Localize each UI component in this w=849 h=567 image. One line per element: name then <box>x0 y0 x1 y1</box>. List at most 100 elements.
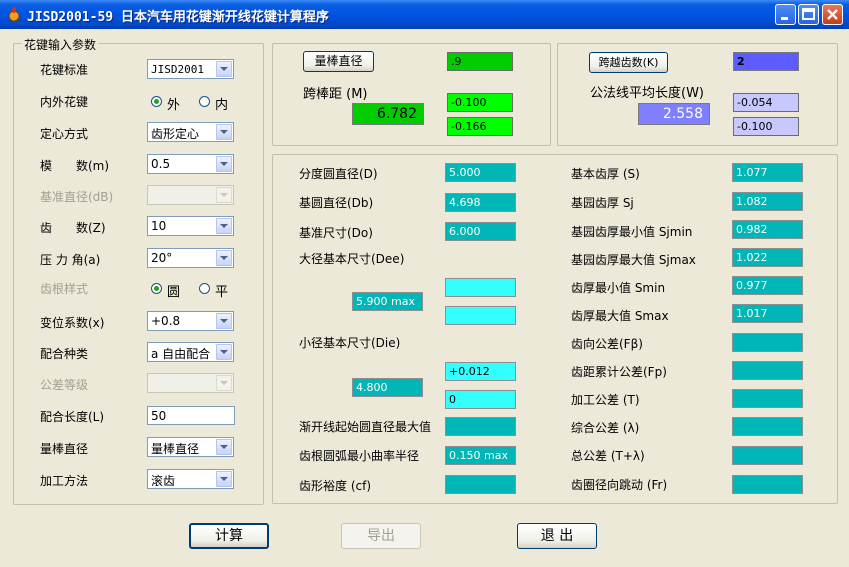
reference-size-label: 基准尺寸(Do) <box>299 226 373 240</box>
pin-diameter-mode-select[interactable]: 量棒直径 <box>147 437 234 457</box>
form-clearance-value <box>445 475 516 494</box>
chevron-down-icon <box>216 375 232 391</box>
fit-type-label: 配合种类 <box>40 347 89 361</box>
chevron-down-icon <box>216 439 232 455</box>
chevron-down-icon <box>216 187 232 203</box>
teeth-count-select[interactable]: 10 <box>147 216 234 236</box>
radio-internal[interactable]: 内 <box>199 94 239 113</box>
composite-tolerance-label: 综合公差 (λ) <box>571 421 640 435</box>
fit-length-label: 配合长度(L) <box>40 410 105 424</box>
chevron-down-icon <box>216 313 232 329</box>
form-circle-value <box>445 417 516 436</box>
machining-tolerance-value <box>732 389 803 408</box>
maximize-icon <box>802 8 815 20</box>
minimize-icon <box>781 17 788 20</box>
thickness-max-value: 1.017 <box>732 304 803 323</box>
app-logo-icon <box>8 7 20 22</box>
root-radius-label: 齿根圆弧最小曲率半径 <box>299 449 420 463</box>
radio-dot-icon <box>199 283 210 294</box>
major-diameter-value: 5.900 max <box>352 292 423 311</box>
base-diameter-label: 基圆直径(Db) <box>299 196 374 210</box>
chevron-down-icon <box>216 250 232 266</box>
calculate-button[interactable]: 计算 <box>189 523 269 549</box>
total-tolerance-label: 总公差 (T+λ) <box>571 449 645 463</box>
base-thickness-value: 1.082 <box>732 192 803 211</box>
composite-tolerance-value <box>732 417 803 436</box>
basic-thickness-label: 基本齿厚 (S) <box>571 167 640 181</box>
export-button[interactable]: 导出 <box>341 523 421 549</box>
window-title: JISD2001-59 日本汽车用花键渐开线花键计算程序 <box>27 10 329 25</box>
pressure-angle-select[interactable]: 20° <box>147 248 234 268</box>
pressure-angle-label: 压 力 角(a) <box>40 253 101 267</box>
fit-length-input[interactable]: 50 <box>147 406 235 425</box>
span-upper-dev: -0.054 <box>733 93 799 112</box>
root-style-label: 齿根样式 <box>40 282 89 296</box>
major-diameter-lower <box>445 306 516 325</box>
tolerance-grade-select[interactable] <box>147 373 234 393</box>
chevron-down-icon <box>216 218 232 234</box>
close-button[interactable] <box>822 4 843 25</box>
span-length-value: 2.558 <box>638 103 710 125</box>
profile-shift-label: 变位系数(x) <box>40 316 105 330</box>
radio-dot-icon <box>199 96 210 107</box>
base-thickness-max-label: 基园齿厚最大值 Sjmax <box>571 253 696 267</box>
radio-dot-icon <box>151 283 162 294</box>
chevron-down-icon <box>216 124 232 140</box>
close-icon <box>827 9 838 20</box>
minimize-button[interactable] <box>775 4 796 25</box>
spline-standard-label: 花键标准 <box>40 63 89 77</box>
total-tolerance-value <box>732 446 803 465</box>
span-length-label: 公法线平均长度(W) <box>590 86 704 101</box>
machining-method-label: 加工方法 <box>40 474 89 488</box>
chevron-down-icon <box>216 471 232 487</box>
radio-root-round[interactable]: 圆 <box>151 281 191 300</box>
teeth-count-label: 齿 数(Z) <box>40 221 106 235</box>
centering-method-select[interactable]: 齿形定心 <box>147 122 234 142</box>
base-thickness-min-label: 基园齿厚最小值 Sjmin <box>571 225 693 239</box>
form-circle-label: 渐开线起始圆直径最大值 <box>299 420 432 434</box>
spline-type-label: 内外花键 <box>40 95 89 109</box>
over-pins-label: 跨棒距 (M) <box>303 87 368 102</box>
fit-type-select[interactable]: a 自由配合 <box>147 342 234 362</box>
minor-diameter-upper: +0.012 <box>445 362 516 381</box>
radio-root-flat[interactable]: 平 <box>199 281 239 300</box>
chevron-down-icon <box>216 156 232 172</box>
reference-size-value: 6.000 <box>445 222 516 241</box>
input-params-legend: 花键输入参数 <box>22 36 99 53</box>
base-thickness-min-value: 0.982 <box>732 220 803 239</box>
minor-diameter-lower: 0 <box>445 390 516 409</box>
runout-label: 齿圈径向跳动 (Fr) <box>571 478 668 492</box>
pin-diameter-button[interactable]: 量棒直径 <box>303 51 374 72</box>
spline-standard-select[interactable]: JISD2001 <box>147 59 234 79</box>
module-select[interactable]: 0.5 <box>147 154 234 174</box>
span-teeth-button[interactable]: 跨越齿数(K) <box>589 52 668 73</box>
thickness-min-value: 0.977 <box>732 276 803 295</box>
major-diameter-label: 大径基本尺寸(Dee) <box>299 252 405 266</box>
profile-shift-select[interactable]: +0.8 <box>147 311 234 331</box>
reference-diameter-select[interactable] <box>147 185 234 205</box>
pitch-cumulative-value <box>732 361 803 380</box>
pitch-diameter-label: 分度圆直径(D) <box>299 167 378 181</box>
span-lower-dev: -0.100 <box>733 117 799 136</box>
pin-diameter-value: .9 <box>447 52 513 71</box>
tolerance-grade-label: 公差等级 <box>40 378 89 392</box>
thickness-min-label: 齿厚最小值 Smin <box>571 281 666 295</box>
pitch-diameter-value: 5.000 <box>445 163 516 182</box>
chevron-down-icon <box>216 61 232 77</box>
module-label: 模 数(m) <box>40 159 110 173</box>
minor-diameter-value: 4.800 <box>352 378 423 397</box>
machining-method-select[interactable]: 滚齿 <box>147 469 234 489</box>
radio-dot-icon <box>151 96 162 107</box>
thickness-max-label: 齿厚最大值 Smax <box>571 309 669 323</box>
centering-method-label: 定心方式 <box>40 127 89 141</box>
title-bar[interactable]: JISD2001-59 日本汽车用花键渐开线花键计算程序 <box>0 0 849 29</box>
radio-external[interactable]: 外 <box>151 94 191 113</box>
major-diameter-upper <box>445 278 516 297</box>
chevron-down-icon <box>216 344 232 360</box>
maximize-button[interactable] <box>798 4 819 25</box>
root-radius-value: 0.150 max <box>445 446 516 465</box>
base-diameter-value: 4.698 <box>445 193 516 212</box>
base-thickness-label: 基园齿厚 Sj <box>571 196 634 210</box>
runout-value <box>732 475 803 494</box>
exit-button[interactable]: 退 出 <box>517 523 597 549</box>
